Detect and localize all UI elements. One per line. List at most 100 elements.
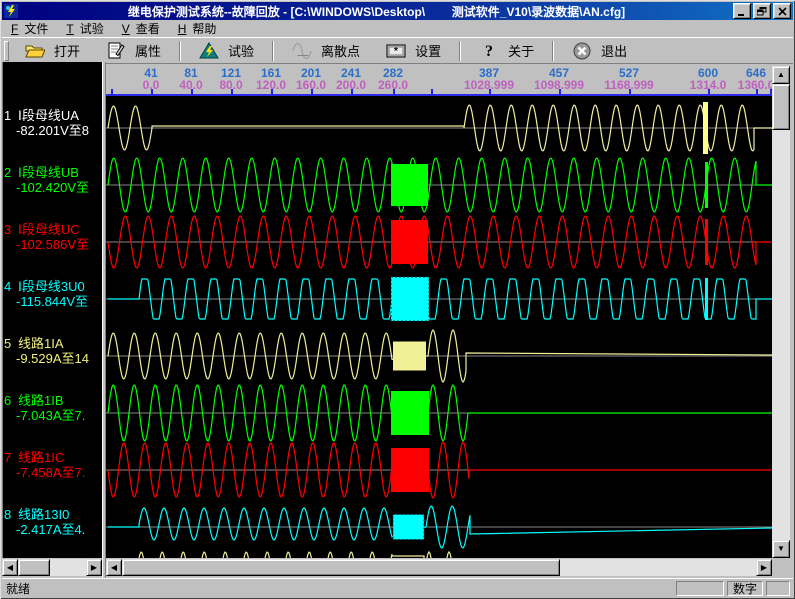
wave-scroll-thumb[interactable] <box>122 559 560 576</box>
ruler-ms-label: 1360.0 <box>738 78 772 92</box>
toolbar-button-exit-circle[interactable]: 退出 <box>559 39 640 63</box>
waveform-area[interactable] <box>106 96 772 558</box>
selection-block-channel-6[interactable] <box>391 391 429 435</box>
test-bolt-icon <box>199 42 219 60</box>
selection-block-channel-8[interactable] <box>393 515 424 540</box>
channel-number: 3 <box>4 222 11 237</box>
toolbar-separator <box>179 41 181 61</box>
cursor-marker-channel-1[interactable] <box>703 102 708 154</box>
toolbar-button-label: 打开 <box>54 41 80 60</box>
channel-name: Ⅰ段母线3U0 <box>18 279 85 294</box>
channel-label-6[interactable]: 6 线路1IB-7.043A至7. <box>3 393 102 425</box>
vertical-scroll-thumb[interactable] <box>772 84 790 130</box>
svg-text:?: ? <box>485 43 493 60</box>
toolbar-button-test-bolt[interactable]: 试验 <box>186 39 267 63</box>
toolbar-separator <box>459 41 461 61</box>
scroll-down-button[interactable]: ▼ <box>772 540 790 558</box>
channel-number: 4 <box>4 279 11 294</box>
channel-number: 2 <box>4 165 11 180</box>
close-button[interactable] <box>773 3 791 19</box>
menu-item-T[interactable]: T 试验 <box>57 19 112 38</box>
properties-icon <box>106 42 126 60</box>
exit-circle-icon <box>572 42 592 60</box>
toolbar-button-label: 关于 <box>508 41 534 60</box>
minimize-button[interactable] <box>733 3 751 19</box>
label-scroll-thumb[interactable] <box>18 559 50 576</box>
channel-label-4[interactable]: 4 Ⅰ段母线3U0-115.844V至 <box>3 279 102 311</box>
channel-range: -82.201V至8 <box>16 123 89 138</box>
label-scroll-right-button[interactable]: ▶ <box>86 559 102 576</box>
label-scroll-left-button[interactable]: ◀ <box>2 559 18 576</box>
waveform-hscrollbar[interactable]: ◀ ▶ <box>106 559 772 576</box>
menu-item-V[interactable]: V 查看 <box>113 19 169 38</box>
status-text: 就绪 <box>2 580 676 597</box>
vertical-scrollbar[interactable]: ▲ ▼ <box>772 66 790 558</box>
channel-number: 1 <box>4 108 11 123</box>
toolbar-button-label: 设置 <box>415 41 441 60</box>
channel-label-7[interactable]: 7线路1IC-7.458A至7. <box>3 450 102 482</box>
toolbar-button-label: 试验 <box>228 41 254 60</box>
channel-label-5[interactable]: 5线路1IA-9.529A至14 <box>3 336 102 368</box>
scroll-up-button[interactable]: ▲ <box>772 66 790 84</box>
channel-name: 线路1IC <box>18 450 64 465</box>
selection-block-channel-7[interactable] <box>391 448 429 492</box>
toolbar-button-label: 离散点 <box>321 41 360 60</box>
toolbar-button-question-mark[interactable]: ? 关于 <box>466 39 547 63</box>
toolbar-button-open-folder[interactable]: 打开 <box>12 39 93 63</box>
channel-number: 5 <box>4 336 11 351</box>
status-bar: 就绪 数字 <box>2 578 793 598</box>
toolbar-button-properties[interactable]: 属性 <box>93 39 174 63</box>
toolbar-grip[interactable] <box>4 41 9 61</box>
channel-name: Ⅰ段母线UC <box>18 222 80 237</box>
selection-block-channel-5[interactable] <box>393 342 426 371</box>
channel-number: 6 <box>4 393 11 408</box>
status-mode-indicator: 数字 <box>727 581 763 596</box>
menu-item-H[interactable]: H 帮助 <box>169 19 226 38</box>
status-panel-empty-2 <box>766 581 790 596</box>
menu-bar: F 文件T 试验V 查看H 帮助 <box>2 20 793 37</box>
selection-block-channel-2[interactable] <box>391 164 428 206</box>
channel-name: 线路13I0 <box>18 507 69 522</box>
restore-button[interactable] <box>753 3 771 19</box>
toolbar-separator <box>272 41 274 61</box>
channel-label-panel[interactable]: 1 Ⅰ段母线UA-82.201V至8 2 Ⅰ段母线UB-102.420V至 3 Ⅰ段母线U… <box>2 62 102 558</box>
wave-scroll-right-button[interactable]: ▶ <box>756 559 772 576</box>
waveform-channel-9 <box>108 552 458 558</box>
app-icon <box>4 4 18 18</box>
channel-label-1[interactable]: 1 Ⅰ段母线UA-82.201V至8 <box>3 108 102 140</box>
toolbar-button-settings-box[interactable]: * 设置 <box>373 39 454 63</box>
channel-name: 线路1IA <box>18 336 64 351</box>
time-ruler[interactable]: 410.08140.012180.0161120.0201160.0241200… <box>106 66 772 94</box>
cursor-marker-channel-3[interactable] <box>705 219 708 265</box>
status-panel-empty-1 <box>676 581 724 596</box>
channel-range: -102.420V至 <box>16 180 89 195</box>
title-bar[interactable]: 继电保护测试系统--故障回放 - [C:\WINDOWS\Desktop\ 测试… <box>2 2 793 20</box>
channel-label-2[interactable]: 2 Ⅰ段母线UB-102.420V至 <box>3 165 102 197</box>
selection-block-channel-4[interactable] <box>391 277 429 321</box>
channel-range: -7.043A至7. <box>16 408 85 423</box>
toolbar-button-label: 属性 <box>135 41 161 60</box>
toolbar-button-label: 退出 <box>601 41 627 60</box>
selection-block-channel-3[interactable] <box>391 220 428 264</box>
channel-label-8[interactable]: 8 线路13I0-2.417A至4. <box>3 507 102 539</box>
cursor-marker-channel-4[interactable] <box>705 278 708 320</box>
channel-number: 8 <box>4 507 11 522</box>
channel-name: Ⅰ段母线UA <box>18 108 79 123</box>
window-title: 继电保护测试系统--故障回放 - [C:\WINDOWS\Desktop\ 测试… <box>22 3 731 20</box>
question-mark-icon: ? <box>479 42 499 60</box>
app-window: 继电保护测试系统--故障回放 - [C:\WINDOWS\Desktop\ 测试… <box>0 0 795 599</box>
channel-range: -115.844V至 <box>16 294 88 309</box>
settings-box-icon: * <box>386 42 406 60</box>
toolbar-button-sine-wave[interactable]: 离散点 <box>279 39 373 63</box>
toolbar: 打开 属性 试验 离散点 * 设置? 关于 退出 <box>2 37 793 64</box>
channel-label-3[interactable]: 3Ⅰ段母线UC-102.586V至 <box>3 222 102 254</box>
menu-item-F[interactable]: F 文件 <box>2 19 57 38</box>
label-panel-hscrollbar[interactable]: ◀ ▶ <box>2 559 102 576</box>
cursor-marker-channel-2[interactable] <box>705 162 708 208</box>
channel-name: 线路1IB <box>18 393 64 408</box>
channel-name: Ⅰ段母线UB <box>18 165 79 180</box>
channel-range: -2.417A至4. <box>16 522 85 537</box>
waveform-plot[interactable] <box>106 96 772 558</box>
wave-scroll-left-button[interactable]: ◀ <box>106 559 122 576</box>
sine-wave-icon <box>292 42 312 60</box>
